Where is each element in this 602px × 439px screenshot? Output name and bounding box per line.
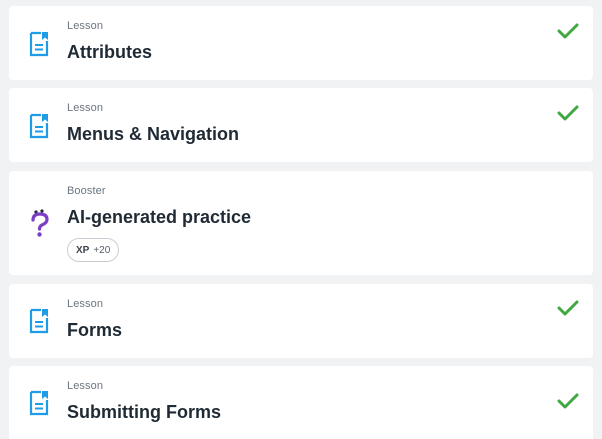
lesson-doc-icon (28, 113, 50, 139)
item-title: Submitting Forms (67, 402, 221, 422)
item-kind-label: Lesson (67, 380, 104, 392)
lesson-card-menus-navigation[interactable]: Lesson Menus & Navigation (9, 88, 593, 162)
check-icon (557, 104, 579, 122)
lesson-doc-icon (28, 308, 50, 334)
course-item-list: Lesson Attributes Lesson Menus & Navigat… (0, 0, 602, 439)
item-title: AI-generated practice (67, 207, 252, 227)
check-icon (557, 22, 579, 40)
item-title: Forms (67, 320, 123, 340)
item-kind-label: Booster (67, 185, 106, 197)
lesson-doc-icon (28, 390, 50, 416)
item-kind-label: Lesson (67, 102, 104, 114)
lesson-doc-icon (28, 31, 50, 57)
xp-value: +20 (93, 244, 111, 256)
booster-card-ai-practice[interactable]: Booster AI-generated practice XP +20 (9, 171, 593, 275)
check-icon (557, 392, 579, 410)
item-title: Attributes (67, 42, 152, 62)
lesson-card-attributes[interactable]: Lesson Attributes (9, 6, 593, 80)
lesson-card-submitting-forms[interactable]: Lesson Submitting Forms (9, 366, 593, 439)
xp-label: XP (76, 244, 90, 256)
lesson-card-forms[interactable]: Lesson Forms (9, 284, 593, 358)
item-kind-label: Lesson (67, 20, 104, 32)
xp-badge: XP +20 (67, 238, 120, 262)
question-mark-icon (30, 208, 50, 238)
check-icon (557, 299, 579, 317)
item-title: Menus & Navigation (67, 124, 240, 144)
item-kind-label: Lesson (67, 298, 104, 310)
